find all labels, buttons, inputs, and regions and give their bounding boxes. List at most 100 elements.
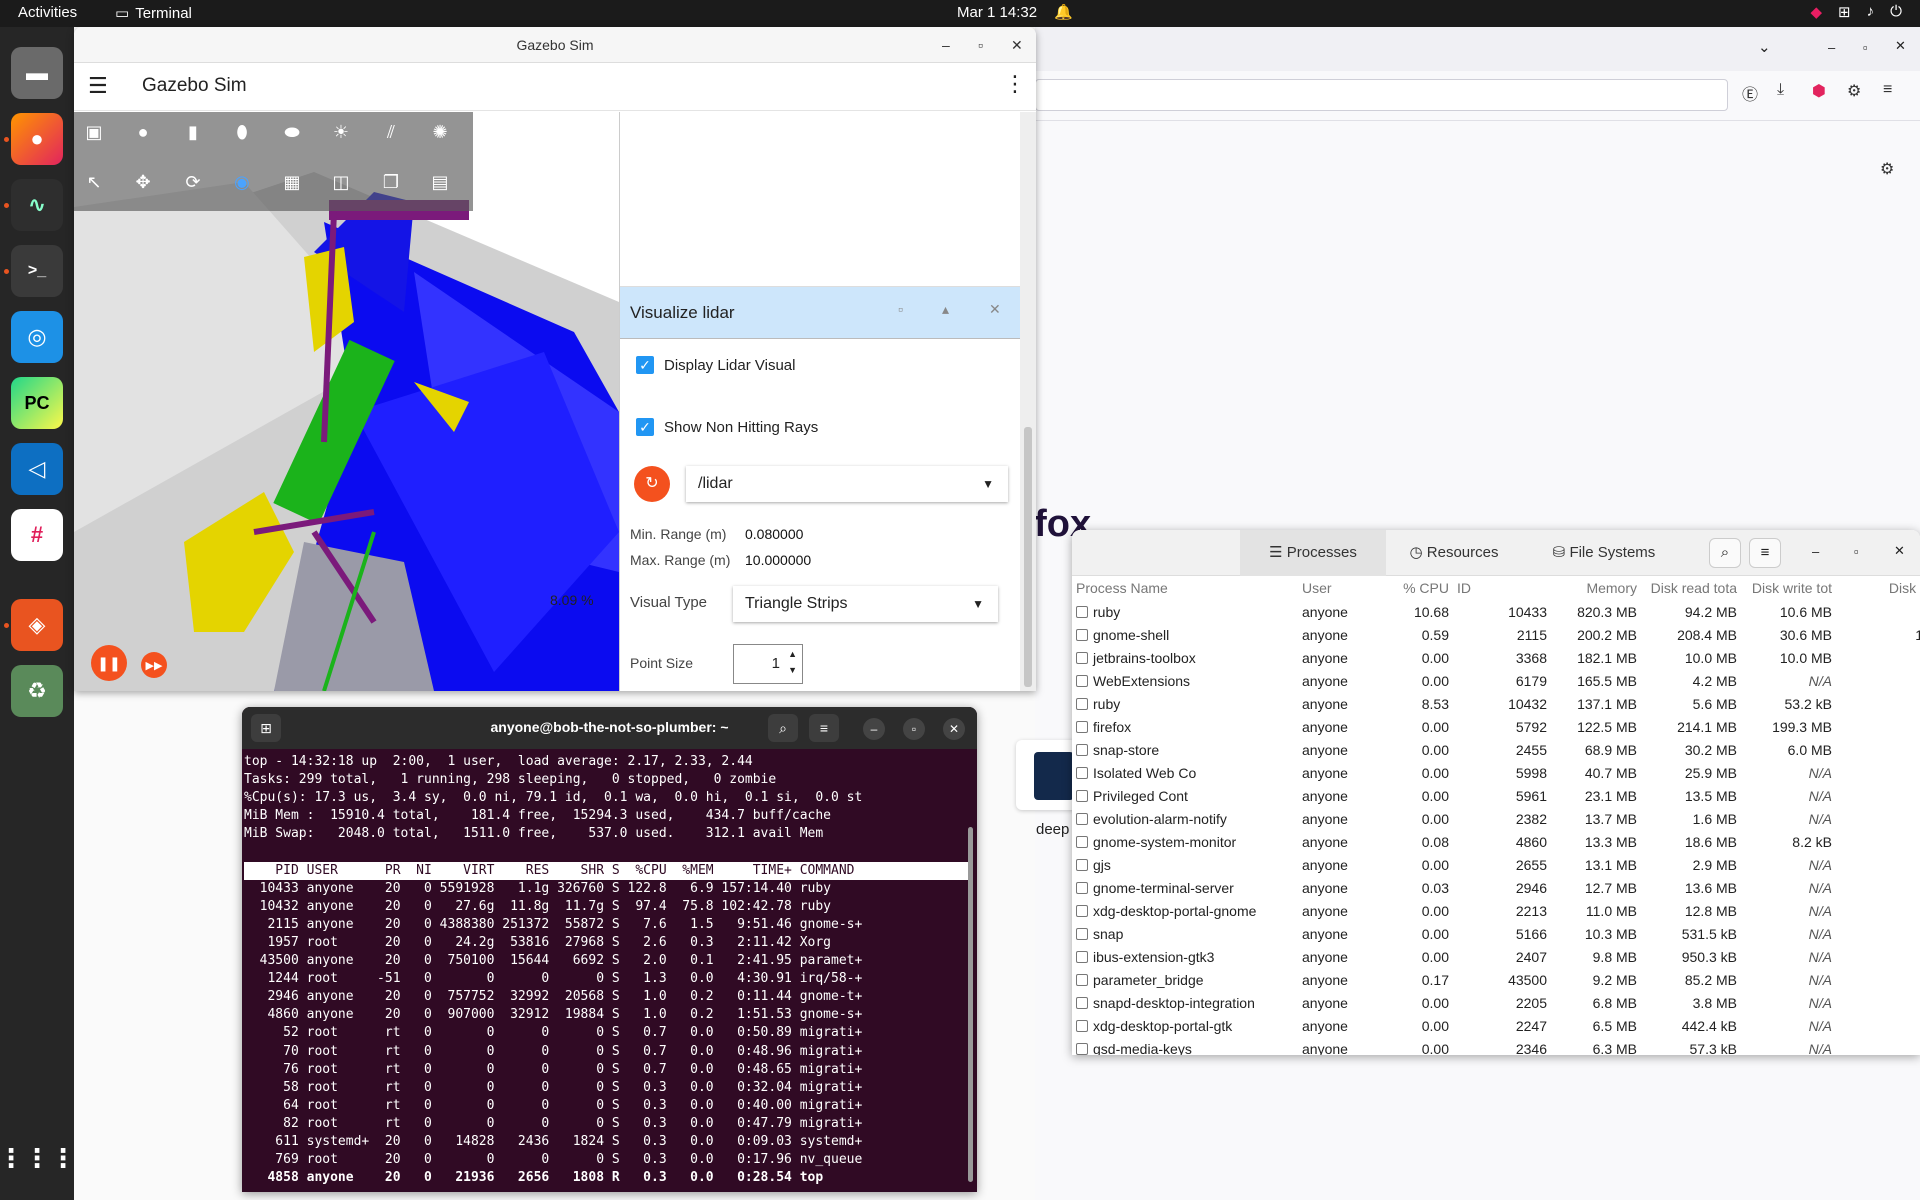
minimize-button[interactable]: –: [1812, 544, 1819, 559]
transform-control-icon[interactable]: ◉: [227, 167, 257, 197]
rotate-icon[interactable]: ⟳: [178, 167, 208, 197]
capsule-icon[interactable]: ⬮: [227, 117, 257, 147]
column-header[interactable]: % CPU: [1383, 576, 1453, 600]
close-button[interactable]: ✕: [943, 718, 965, 740]
select-icon[interactable]: ↖: [79, 167, 109, 197]
more-options-icon[interactable]: ⋮: [1004, 71, 1026, 97]
spot-light-icon[interactable]: ✺: [425, 117, 455, 147]
table-row[interactable]: ibus-extension-gtk3 anyone 0.00 2407 9.8 MB 9…: [1072, 945, 1920, 968]
chevron-down-icon[interactable]: ⌄: [1758, 38, 1771, 56]
column-header[interactable]: User: [1298, 576, 1383, 600]
snap-store-icon[interactable]: ◈: [11, 599, 63, 651]
terminal-scrollbar[interactable]: [968, 827, 973, 1182]
column-header[interactable]: Process Name: [1072, 576, 1298, 600]
firefox-icon[interactable]: ●: [11, 113, 63, 165]
table-row[interactable]: gnome-shell anyone 0.59 2115 200.2 MB 208.4 M…: [1072, 623, 1920, 646]
color-picker-icon[interactable]: ◆: [1811, 3, 1823, 21]
display-lidar-checkbox[interactable]: ✓: [636, 356, 654, 374]
plugin-close-icon[interactable]: ✕: [989, 301, 1001, 318]
directional-light-icon[interactable]: ⫽: [376, 117, 406, 147]
network-icon[interactable]: ⊞: [1838, 3, 1851, 21]
pause-button[interactable]: ❚❚: [91, 645, 127, 681]
table-row[interactable]: jetbrains-toolbox anyone 0.00 3368 182.1 MB 1…: [1072, 646, 1920, 669]
power-icon[interactable]: ⏻: [1890, 3, 1902, 21]
column-header[interactable]: Memory: [1551, 576, 1641, 600]
panel-scrollbar[interactable]: [1020, 112, 1036, 691]
search-icon[interactable]: ⌕: [768, 714, 798, 742]
trash-icon[interactable]: ♻: [11, 665, 63, 717]
close-button[interactable]: ✕: [1894, 543, 1905, 559]
slack-icon[interactable]: #: [11, 509, 63, 561]
extension-icon[interactable]: Ⓔ: [1742, 81, 1758, 105]
download-icon[interactable]: ⤓: [1777, 81, 1784, 99]
topic-dropdown[interactable]: /lidar ▼: [686, 466, 1008, 502]
translate-icon[interactable]: ✥: [128, 167, 158, 197]
minimize-button[interactable]: –: [942, 27, 950, 63]
clock[interactable]: Mar 1 14:32: [957, 4, 1037, 21]
docker-icon[interactable]: ◎: [11, 311, 63, 363]
copy-icon[interactable]: ❐: [376, 167, 406, 197]
table-row[interactable]: ruby anyone 10.68 10433 820.3 MB 94.2 MB 10.6 …: [1072, 600, 1920, 623]
non-hitting-rays-checkbox[interactable]: ✓: [636, 418, 654, 436]
maximize-button[interactable]: ▫: [903, 718, 925, 740]
table-row[interactable]: snap anyone 0.00 5166 10.3 MB 531.5 kB N/A: [1072, 922, 1920, 945]
terminal-output[interactable]: top - 14:32:18 up 2:00, 1 user, load ave…: [244, 753, 972, 1187]
menu-icon[interactable]: ≡: [1883, 81, 1892, 99]
grid-icon[interactable]: ▦: [277, 167, 307, 197]
maximize-button[interactable]: ▫: [1863, 40, 1868, 55]
table-row[interactable]: snapd-desktop-integration anyone 0.00 2205 6…: [1072, 991, 1920, 1014]
close-button[interactable]: ✕: [1895, 38, 1906, 54]
volume-icon[interactable]: ♪: [1867, 3, 1875, 21]
ellipsoid-icon[interactable]: ⬬: [277, 117, 307, 147]
close-button[interactable]: ✕: [1011, 27, 1023, 63]
paste-icon[interactable]: ▤: [425, 167, 455, 197]
menu-icon[interactable]: ≡: [809, 714, 839, 742]
tab-file-systems[interactable]: ⛁ File Systems: [1524, 530, 1684, 576]
adblock-icon[interactable]: ⬢: [1812, 81, 1826, 101]
column-header[interactable]: ID: [1453, 576, 1551, 600]
system-monitor-icon[interactable]: ∿: [11, 179, 63, 231]
minimize-button[interactable]: –: [1828, 40, 1835, 55]
window-titlebar[interactable]: Gazebo Sim – ▫ ✕: [74, 27, 1036, 63]
screenshot-icon[interactable]: ◫: [326, 167, 356, 197]
system-tray[interactable]: ◆ ⊞ ♪ ⏻: [1811, 3, 1903, 21]
search-icon[interactable]: ⌕: [1709, 538, 1741, 568]
column-header[interactable]: Disk write tot: [1741, 576, 1836, 600]
bell-icon[interactable]: 🔔: [1054, 3, 1073, 21]
maximize-button[interactable]: ▫: [978, 27, 983, 63]
plugin-settings-icon[interactable]: ▫: [898, 301, 903, 317]
refresh-topics-icon[interactable]: ↻: [634, 466, 670, 502]
point-light-icon[interactable]: ☀: [326, 117, 356, 147]
table-row[interactable]: gjs anyone 0.00 2655 13.1 MB 2.9 MB N/A: [1072, 853, 1920, 876]
table-row[interactable]: Isolated Web Co anyone 0.00 5998 40.7 MB 25.9…: [1072, 761, 1920, 784]
table-row[interactable]: gsd-media-keys anyone 0.00 2346 6.3 MB 57.3 k…: [1072, 1037, 1920, 1055]
app-menu[interactable]: ▭ Terminal: [115, 4, 192, 23]
table-row[interactable]: parameter_bridge anyone 0.17 43500 9.2 MB 85.…: [1072, 968, 1920, 991]
step-button[interactable]: ▶▶: [141, 652, 167, 678]
spin-down-icon[interactable]: ▼: [788, 651, 797, 689]
table-row[interactable]: firefox anyone 0.00 5792 122.5 MB 214.1 MB 199…: [1072, 715, 1920, 738]
table-row[interactable]: WebExtensions anyone 0.00 6179 165.5 MB 4.2 M…: [1072, 669, 1920, 692]
collapse-icon[interactable]: ▴: [942, 301, 949, 318]
apps-grid-icon[interactable]: ⋮⋮⋮: [0, 1132, 76, 1184]
table-row[interactable]: xdg-desktop-portal-gtk anyone 0.00 2247 6.5 …: [1072, 1014, 1920, 1037]
tab-resources[interactable]: ◷ Resources: [1386, 530, 1522, 576]
maximize-button[interactable]: ▫: [1854, 544, 1859, 559]
menu-icon[interactable]: ≡: [1749, 538, 1781, 568]
table-row[interactable]: ruby anyone 8.53 10432 137.1 MB 5.6 MB 53.2 kB: [1072, 692, 1920, 715]
vscode-icon[interactable]: ◁: [11, 443, 63, 495]
terminal-titlebar[interactable]: ⊞ anyone@bob-the-not-so-plumber: ~ ⌕ ≡ –…: [242, 707, 977, 749]
puzzle-icon[interactable]: ⚙: [1847, 81, 1861, 101]
cylinder-icon[interactable]: ▮: [178, 117, 208, 147]
box-icon[interactable]: ▣: [79, 117, 109, 147]
table-row[interactable]: gnome-system-monitor anyone 0.08 4860 13.3 M…: [1072, 830, 1920, 853]
minimize-button[interactable]: –: [863, 718, 885, 740]
files-icon[interactable]: ▬: [11, 47, 63, 99]
column-header[interactable]: Disk read tota: [1641, 576, 1741, 600]
table-row[interactable]: xdg-desktop-portal-gnome anyone 0.00 2213 11…: [1072, 899, 1920, 922]
terminal-icon[interactable]: >_: [11, 245, 63, 297]
tab-processes[interactable]: ☰ Processes: [1240, 530, 1386, 576]
table-row[interactable]: snap-store anyone 0.00 2455 68.9 MB 30.2 MB 6.…: [1072, 738, 1920, 761]
system-monitor-headerbar[interactable]: ☰ Processes ◷ Resources ⛁ File Systems ⌕…: [1072, 530, 1920, 576]
point-size-spinbox[interactable]: 1 ▲ ▼: [733, 644, 803, 684]
